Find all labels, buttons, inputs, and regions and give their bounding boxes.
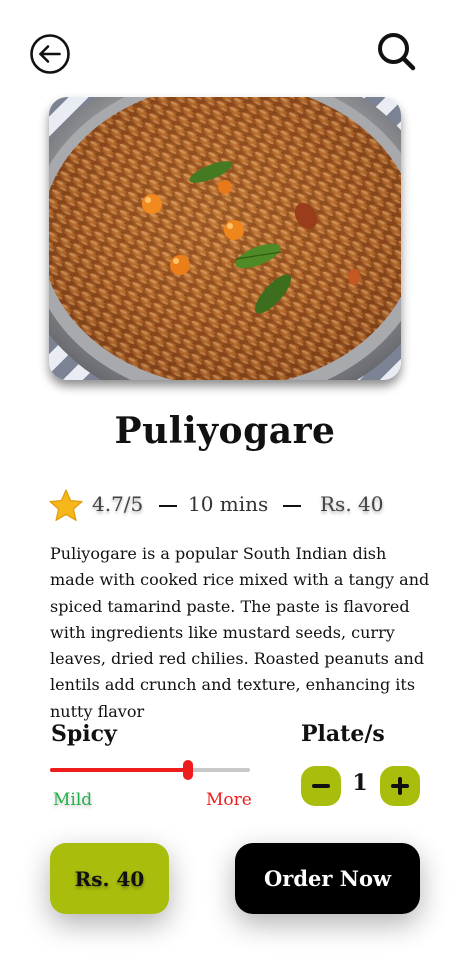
arrow-left-circle-icon [30, 34, 70, 74]
spice-min-label: Mild [53, 790, 93, 810]
price-button[interactable]: Rs. 40 [50, 843, 169, 914]
dish-rating: 4.7/5 [92, 492, 144, 516]
dish-price: Rs. 40 [320, 492, 384, 516]
slider-fill [50, 768, 188, 772]
dish-photo [49, 97, 401, 380]
search-button[interactable] [376, 31, 416, 71]
star-icon [49, 489, 83, 522]
dish-description: Puliyogare is a popular South Indian dis… [50, 544, 430, 721]
minus-icon [312, 784, 330, 788]
plus-icon [391, 777, 409, 795]
separator-dash [283, 505, 301, 507]
dish-image [49, 97, 401, 380]
order-now-button[interactable]: Order Now [235, 843, 420, 914]
search-icon [378, 33, 416, 71]
back-button[interactable] [30, 34, 70, 74]
spicy-label: Spicy [51, 721, 117, 747]
quantity-value: 1 [352, 770, 368, 796]
plates-label: Plate/s [301, 721, 385, 747]
separator-dash [159, 505, 177, 507]
spice-max-label: More [206, 790, 252, 810]
spice-level-slider[interactable] [50, 758, 250, 782]
dish-prep-time: 10 mins [188, 492, 269, 516]
dish-title: Puliyogare [114, 410, 336, 452]
increase-quantity-button[interactable] [380, 766, 420, 806]
decrease-quantity-button[interactable] [301, 766, 341, 806]
slider-thumb[interactable] [183, 760, 193, 780]
